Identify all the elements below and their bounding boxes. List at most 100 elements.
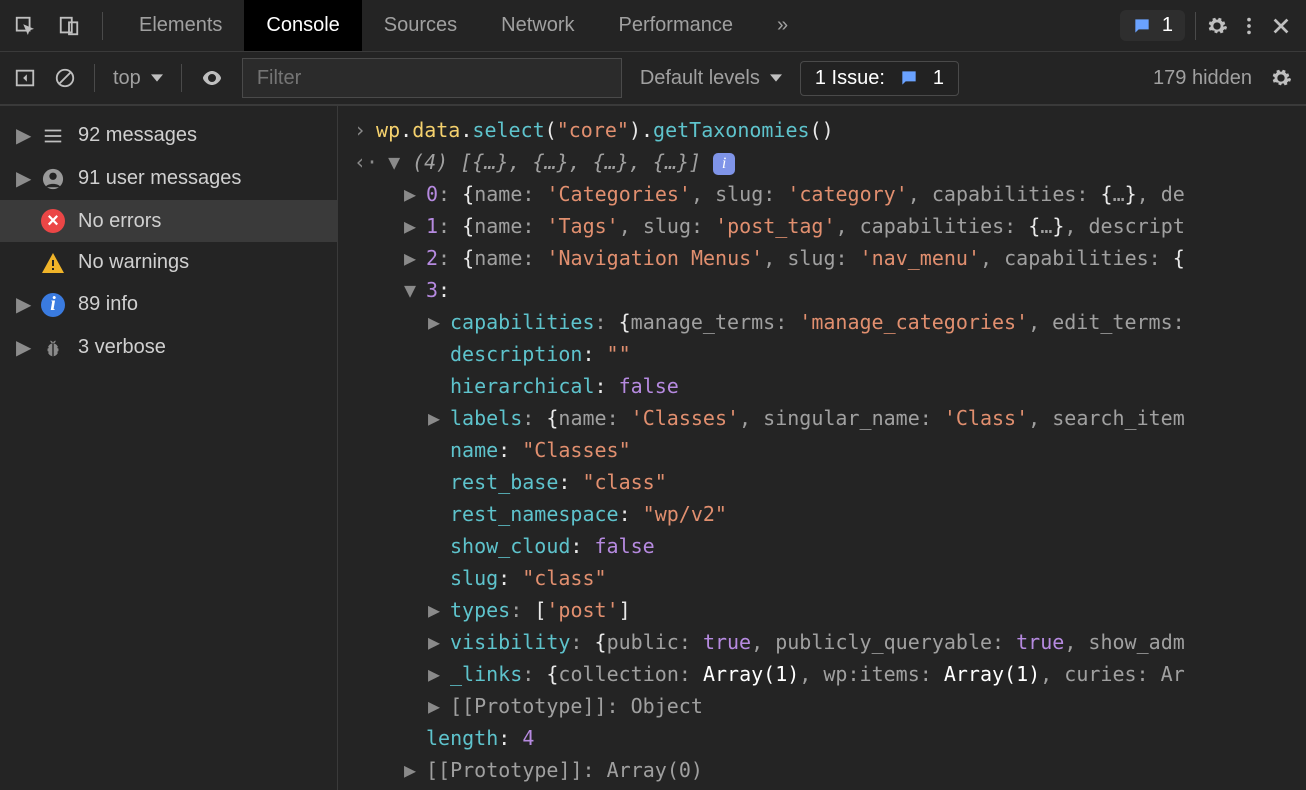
prop-slug[interactable]: slug: "class" — [354, 562, 1306, 594]
live-expression-icon[interactable] — [200, 66, 224, 90]
context-label: top — [113, 67, 141, 90]
console-sidebar: ▶ 92 messages ▶ 91 user messages × No er… — [0, 106, 338, 790]
val: : {collection: Array(1), wp:items: Array… — [522, 662, 1184, 686]
clear-console-icon[interactable] — [54, 67, 76, 89]
tab-console[interactable]: Console — [244, 0, 361, 51]
prop-labels[interactable]: ▶labels: {name: 'Classes', singular_name… — [354, 402, 1306, 434]
expand-icon[interactable]: ▶ — [428, 658, 442, 690]
devtools-top-left — [0, 12, 117, 40]
array-item-3[interactable]: ▼ 3: — [354, 274, 1306, 306]
prop-links[interactable]: ▶_links: {collection: Array(1), wp:items… — [354, 658, 1306, 690]
collapse-icon[interactable]: ▼ — [404, 274, 418, 306]
filter-input[interactable] — [242, 58, 622, 98]
prop-name[interactable]: name: "Classes" — [354, 434, 1306, 466]
prop-prototype[interactable]: ▶[[Prototype]]: Object — [354, 690, 1306, 722]
tab-label: Performance — [619, 14, 734, 37]
prop-array-prototype[interactable]: ▶[[Prototype]]: Array(0) — [354, 754, 1306, 786]
prop-rest-namespace[interactable]: rest_namespace: "wp/v2" — [354, 498, 1306, 530]
expand-icon[interactable]: ▶ — [404, 754, 418, 786]
console-settings-gear-icon[interactable] — [1270, 67, 1292, 89]
tab-label: Console — [266, 14, 339, 37]
log-levels-selector[interactable]: Default levels — [640, 67, 782, 90]
devtools-top-right: 1 — [1120, 10, 1306, 41]
input-code: wp.data.select("core").getTaxonomies() — [376, 114, 834, 146]
expand-icon[interactable]: ▶ — [428, 594, 442, 626]
console-result-summary[interactable]: ‹· ▼ (4) [{…}, {…}, {…}, {…}] i — [354, 146, 1306, 178]
context-selector[interactable]: top — [113, 67, 163, 90]
divider — [102, 12, 103, 40]
error-icon: × — [40, 209, 66, 233]
array-item-0[interactable]: ▶ 0: {name: 'Categories', slug: 'categor… — [354, 178, 1306, 210]
sidebar-toggle-icon[interactable] — [14, 67, 36, 89]
warning-icon — [40, 252, 66, 274]
tab-sources[interactable]: Sources — [362, 0, 479, 51]
console-input-line[interactable]: › wp.data.select("core").getTaxonomies() — [354, 114, 1306, 146]
chevron-down-icon — [151, 72, 163, 84]
expand-icon: ▶ — [16, 123, 28, 148]
expand-icon[interactable]: ▶ — [404, 210, 418, 242]
sidebar-item-info[interactable]: ▶ i 89 info — [0, 283, 337, 326]
sidebar-item-warnings[interactable]: No warnings — [0, 242, 337, 283]
sidebar-item-errors[interactable]: × No errors — [0, 200, 337, 242]
expand-icon: ▶ — [16, 335, 28, 360]
expand-icon[interactable]: ▶ — [428, 402, 442, 434]
more-tabs-button[interactable]: » — [755, 0, 810, 51]
expand-icon: ▶ — [16, 292, 28, 317]
expand-icon[interactable]: ▶ — [428, 626, 442, 658]
sidebar-label: No errors — [78, 210, 161, 233]
preview: : {name: 'Categories', slug: 'category',… — [438, 182, 1185, 206]
issues-chip[interactable]: 1 — [1120, 10, 1185, 41]
val: : {name: 'Classes', singular_name: 'Clas… — [522, 406, 1185, 430]
user-icon — [40, 168, 66, 190]
tab-network[interactable]: Network — [479, 0, 596, 51]
array-item-2[interactable]: ▶ 2: {name: 'Navigation Menus', slug: 'n… — [354, 242, 1306, 274]
idx: 1 — [426, 214, 438, 238]
val: : ['post'] — [510, 598, 630, 622]
idx: 3 — [426, 278, 438, 302]
messages-icon — [40, 127, 66, 145]
expand-icon[interactable]: ▶ — [404, 178, 418, 210]
sidebar-item-messages[interactable]: ▶ 92 messages — [0, 114, 337, 157]
tab-performance[interactable]: Performance — [597, 0, 756, 51]
prop-description[interactable]: description: "" — [354, 338, 1306, 370]
sidebar-item-user-messages[interactable]: ▶ 91 user messages — [0, 157, 337, 200]
array-item-1[interactable]: ▶ 1: {name: 'Tags', slug: 'post_tag', ca… — [354, 210, 1306, 242]
result-icon: ‹· — [354, 146, 378, 178]
prop-show-cloud[interactable]: show_cloud: false — [354, 530, 1306, 562]
info-icon: i — [40, 293, 66, 317]
tab-elements[interactable]: Elements — [117, 0, 244, 51]
sidebar-item-verbose[interactable]: ▶ 3 verbose — [0, 326, 337, 369]
expand-icon[interactable]: ▶ — [428, 306, 442, 338]
kebab-menu-icon[interactable] — [1238, 15, 1260, 37]
prop-visibility[interactable]: ▶visibility: {public: true, publicly_que… — [354, 626, 1306, 658]
prop-capabilities[interactable]: ▶capabilities: {manage_terms: 'manage_ca… — [354, 306, 1306, 338]
hidden-count[interactable]: 179 hidden — [1153, 67, 1252, 90]
prompt-icon: › — [354, 114, 366, 146]
issues-bubble-icon — [899, 68, 919, 88]
sidebar-label: 92 messages — [78, 124, 197, 147]
collapse-icon[interactable]: ▼ — [388, 146, 402, 178]
prop-types[interactable]: ▶types: ['post'] — [354, 594, 1306, 626]
more-label: » — [777, 14, 788, 37]
divider — [181, 64, 182, 92]
sidebar-label: 91 user messages — [78, 167, 241, 190]
expand-icon[interactable]: ▶ — [404, 242, 418, 274]
inspect-element-icon[interactable] — [14, 15, 36, 37]
device-toolbar-icon[interactable] — [58, 15, 80, 37]
prop-rest-base[interactable]: rest_base: "class" — [354, 466, 1306, 498]
settings-gear-icon[interactable] — [1206, 15, 1228, 37]
levels-label: Default levels — [640, 67, 760, 90]
val: : {public: true, publicly_queryable: tru… — [570, 630, 1184, 654]
issues-box[interactable]: 1 Issue: 1 — [800, 61, 959, 96]
devtools-tabs: Elements Console Sources Network Perform… — [117, 0, 810, 51]
prop-length[interactable]: length: 4 — [354, 722, 1306, 754]
expand-icon[interactable]: ▶ — [428, 690, 442, 722]
close-icon[interactable] — [1270, 15, 1292, 37]
issue-count: 1 — [933, 67, 944, 90]
divider — [1195, 12, 1196, 40]
bug-icon — [40, 337, 66, 359]
info-chip-icon[interactable]: i — [713, 153, 735, 175]
prop-hierarchical[interactable]: hierarchical: false — [354, 370, 1306, 402]
tab-label: Network — [501, 14, 574, 37]
main-split: ▶ 92 messages ▶ 91 user messages × No er… — [0, 106, 1306, 790]
